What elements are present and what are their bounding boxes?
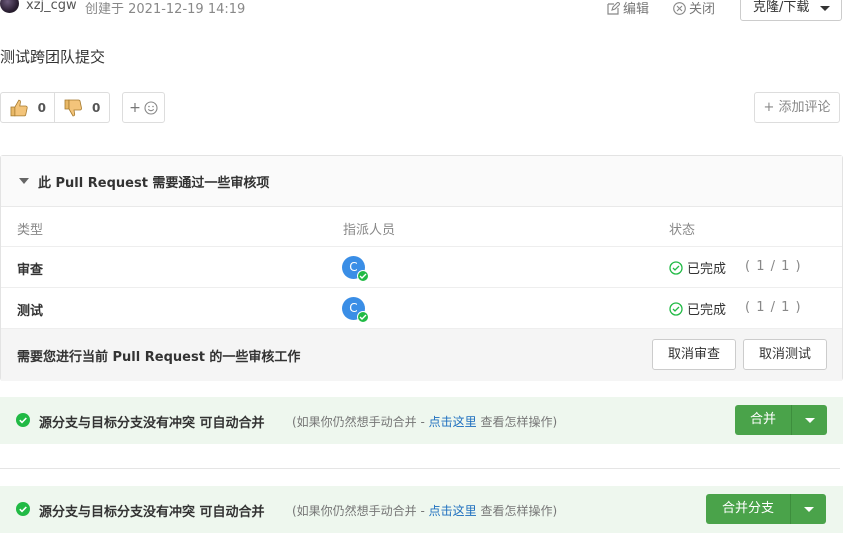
pr-description: 测试跨团队提交: [0, 48, 106, 66]
merge-options-button[interactable]: [790, 494, 826, 524]
hint-prefix: (如果你仍然想手动合并 -: [292, 504, 429, 518]
assignee-avatar[interactable]: C: [342, 256, 369, 282]
column-type: 类型: [17, 223, 44, 238]
edit-icon: [607, 1, 621, 15]
add-comment-button[interactable]: + 添加评论: [754, 92, 840, 123]
reaction-group: 0 0: [0, 92, 110, 123]
chevron-down-icon: [820, 6, 830, 11]
thumbs-up-count: 0: [37, 100, 46, 115]
column-status: 状态: [669, 223, 696, 238]
thumbs-up-icon: [10, 99, 28, 116]
merge-message: 源分支与目标分支没有冲突 可自动合并: [39, 505, 265, 520]
created-time: 创建于 2021-12-19 14:19: [85, 2, 246, 17]
author-avatar[interactable]: [0, 0, 19, 13]
assignee-avatar[interactable]: C: [342, 297, 369, 323]
smile-icon: [144, 100, 158, 115]
approved-check-icon: [357, 270, 369, 282]
hint-prefix: (如果你仍然想手动合并 -: [292, 415, 429, 429]
cancel-review-button[interactable]: 取消审查: [652, 339, 736, 370]
status-text: 已完成: [687, 262, 727, 277]
edit-link[interactable]: 编辑: [607, 0, 649, 17]
review-status: 已完成: [669, 258, 726, 277]
check-circle-icon: [16, 413, 30, 427]
review-panel: 此 Pull Request 需要通过一些审核项 类型 指派人员 状态 审查 C…: [0, 155, 843, 381]
thumbs-up-button[interactable]: 0: [0, 92, 55, 123]
merge-hint: (如果你仍然想手动合并 - 点击这里 查看怎样操作): [292, 502, 557, 519]
thumbs-down-icon: [64, 99, 82, 116]
review-required-text: 需要您进行当前 Pull Request 的一些审核工作: [17, 350, 301, 365]
table-row: 测试 C 已完成 ( 1 / 1 ): [1, 288, 842, 329]
review-panel-footer: 需要您进行当前 Pull Request 的一些审核工作 取消审查 取消测试: [1, 329, 842, 381]
check-circle-icon: [669, 301, 683, 316]
review-table-header: 类型 指派人员 状态: [1, 207, 842, 247]
merge-status-bar: 源分支与目标分支没有冲突 可自动合并 (如果你仍然想手动合并 - 点击这里 查看…: [0, 486, 843, 533]
clone-download-button[interactable]: 克隆/下载: [740, 0, 842, 21]
clone-label: 克隆/下载: [753, 0, 810, 15]
merge-options-button[interactable]: [791, 405, 827, 435]
hint-suffix: 查看怎样操作): [476, 415, 558, 429]
merge-split-button: 合并: [735, 405, 827, 435]
review-type: 测试: [17, 304, 44, 319]
thumbs-down-count: 0: [92, 100, 101, 115]
review-panel-header[interactable]: 此 Pull Request 需要通过一些审核项: [1, 156, 842, 207]
close-link[interactable]: 关闭: [673, 0, 715, 17]
manual-merge-link[interactable]: 点击这里: [429, 415, 477, 429]
merge-status-bar: 源分支与目标分支没有冲突 可自动合并 (如果你仍然想手动合并 - 点击这里 查看…: [0, 397, 843, 444]
merge-button[interactable]: 合并: [735, 405, 791, 435]
pr-header: xzj_cgw 创建于 2021-12-19 14:19 编辑 关闭 克隆/下载: [0, 0, 850, 22]
hint-suffix: 查看怎样操作): [476, 504, 558, 518]
merge-hint: (如果你仍然想手动合并 - 点击这里 查看怎样操作): [292, 413, 557, 430]
manual-merge-link[interactable]: 点击这里: [429, 504, 477, 518]
merge-message: 源分支与目标分支没有冲突 可自动合并: [39, 416, 265, 431]
merge-split-button: 合并分支: [706, 494, 826, 524]
merge-branch-button[interactable]: 合并分支: [706, 494, 790, 524]
add-reaction-button[interactable]: +: [122, 92, 165, 123]
author-name[interactable]: xzj_cgw: [26, 0, 77, 13]
table-row: 审查 C 已完成 ( 1 / 1 ): [1, 247, 842, 288]
review-progress: ( 1 / 1 ): [745, 300, 802, 315]
column-assignee: 指派人员: [343, 223, 396, 238]
review-progress: ( 1 / 1 ): [745, 259, 802, 274]
approved-check-icon: [357, 311, 369, 323]
chevron-down-icon: [804, 507, 814, 512]
caret-down-icon: [19, 178, 29, 184]
review-status: 已完成: [669, 299, 726, 318]
edit-label: 编辑: [623, 2, 650, 17]
plus-label: +: [129, 99, 141, 116]
check-circle-icon: [16, 502, 30, 516]
close-circle-icon: [673, 2, 686, 15]
divider: [0, 468, 840, 469]
check-circle-icon: [669, 260, 683, 275]
thumbs-down-button[interactable]: 0: [55, 92, 110, 123]
review-panel-title: 此 Pull Request 需要通过一些审核项: [38, 175, 270, 191]
cancel-test-button[interactable]: 取消测试: [743, 339, 827, 370]
status-text: 已完成: [687, 303, 727, 318]
review-type: 审查: [17, 263, 44, 278]
chevron-down-icon: [805, 418, 815, 423]
close-label: 关闭: [689, 2, 716, 17]
